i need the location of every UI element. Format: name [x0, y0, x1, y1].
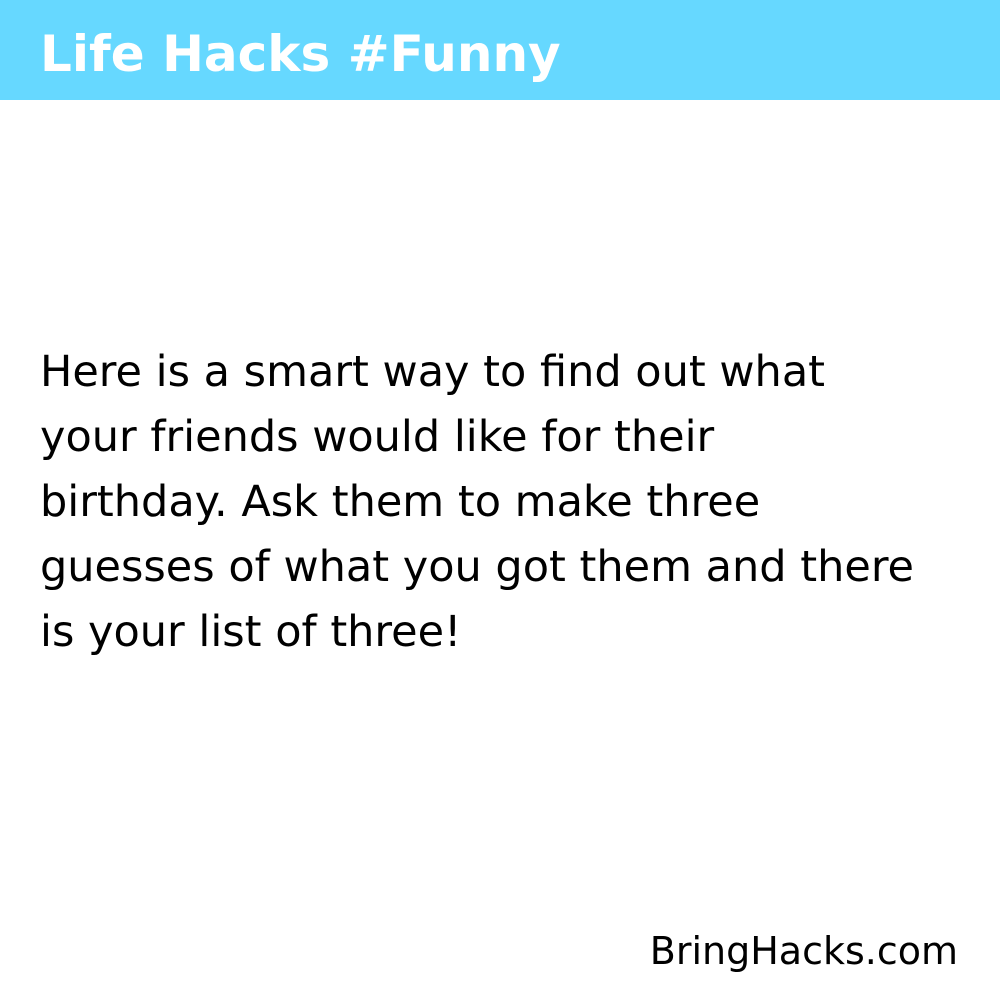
hack-text-line: Here is a smart way to find out what — [40, 347, 826, 397]
life-hack-card: Life Hacks #Funny Here is a smart way to… — [0, 0, 1000, 1000]
hack-text-line: is your list of three! — [40, 607, 462, 657]
hack-text-line: guesses of what you got them and there — [40, 542, 915, 592]
site-credit: BringHacks.com — [649, 929, 958, 973]
hack-text-line: your friends would like for their — [40, 412, 715, 462]
header-title: Life Hacks #Funny — [40, 25, 561, 83]
hack-text: Here is a smart way to find out what you… — [40, 340, 970, 665]
hack-text-line: birthday. Ask them to make three — [40, 477, 761, 527]
header-bar: Life Hacks #Funny — [0, 0, 1000, 100]
